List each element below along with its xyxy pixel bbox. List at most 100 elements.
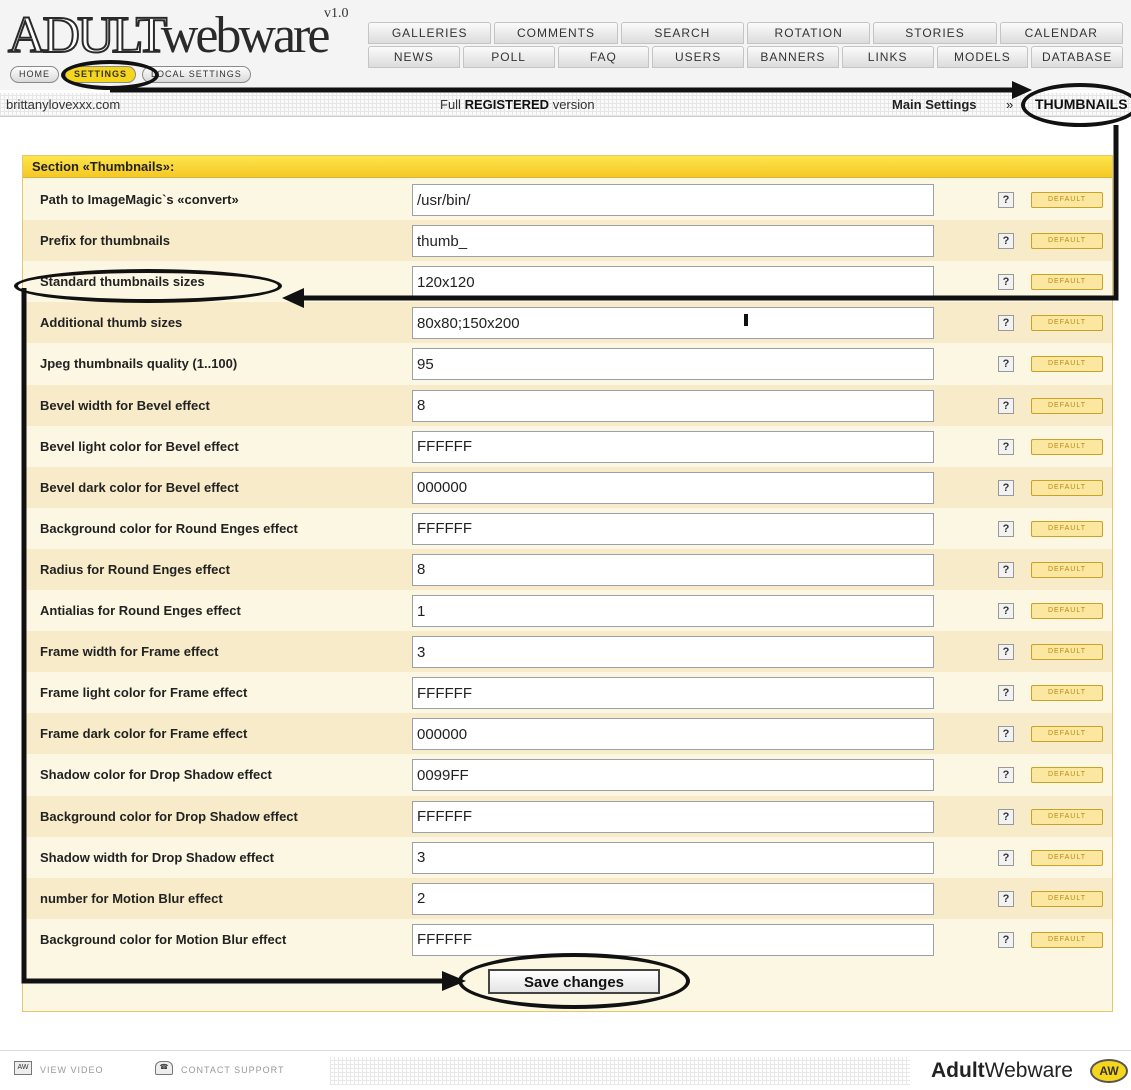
default-button[interactable]: DEFAULT — [1031, 603, 1103, 619]
help-button[interactable]: ? — [998, 890, 1014, 907]
setting-input[interactable] — [412, 677, 934, 710]
setting-row: number for Motion Blur effect? DEFAULT — [23, 877, 1112, 919]
default-button[interactable]: DEFAULT — [1031, 438, 1103, 455]
setting-input[interactable] — [412, 225, 934, 258]
tab-poll[interactable]: POLL — [462, 46, 555, 68]
tab-faq[interactable]: FAQ — [557, 46, 650, 68]
tab-galleries[interactable]: GALLERIES — [368, 22, 492, 44]
setting-input[interactable] — [412, 800, 934, 833]
tab-banners[interactable]: BANNERS — [747, 46, 839, 68]
setting-label: Frame width for Frame effect — [40, 644, 219, 660]
default-button[interactable]: DEFAULT — [1031, 849, 1103, 866]
info-bar: brittanylovexxx.com Full REGISTERED vers… — [0, 93, 1131, 117]
setting-label: Frame dark color for Frame effect — [40, 726, 248, 742]
default-button[interactable]: DEFAULT — [1031, 644, 1103, 661]
default-button[interactable]: DEFAULT — [1031, 192, 1103, 208]
setting-input[interactable] — [412, 595, 934, 627]
phone-icon[interactable]: ☎ — [155, 1061, 173, 1075]
default-button[interactable]: DEFAULT — [1031, 726, 1103, 743]
help-button[interactable]: ? — [998, 192, 1014, 208]
default-button[interactable]: DEFAULT — [1031, 520, 1103, 537]
setting-row: Background color for Round Enges effect?… — [23, 508, 1112, 549]
site-name[interactable]: brittanylovexxx.com — [6, 97, 120, 112]
setting-input[interactable] — [412, 471, 934, 504]
help-button[interactable]: ? — [998, 808, 1014, 825]
setting-row: Antialias for Round Enges effect? DEFAULT — [23, 590, 1112, 631]
breadcrumb-main-settings[interactable]: Main Settings — [892, 97, 977, 112]
default-button[interactable]: DEFAULT — [1031, 767, 1103, 784]
help-button[interactable]: ? — [998, 685, 1014, 702]
help-button[interactable]: ? — [998, 397, 1014, 414]
help-button[interactable]: ? — [998, 644, 1014, 661]
help-button[interactable]: ? — [998, 849, 1014, 866]
setting-row: Background color for Drop Shadow effect?… — [23, 795, 1112, 837]
setting-input[interactable] — [412, 512, 934, 545]
setting-label: Radius for Round Enges effect — [40, 561, 230, 577]
default-button[interactable]: DEFAULT — [1031, 931, 1103, 948]
setting-label: Shadow width for Drop Shadow effect — [40, 849, 274, 865]
help-button[interactable]: ? — [998, 726, 1014, 743]
tab-links[interactable]: LINKS — [841, 46, 934, 68]
view-video-link[interactable]: VIEW VIDEO — [40, 1065, 104, 1075]
setting-input[interactable] — [412, 841, 934, 874]
setting-input[interactable] — [412, 923, 934, 956]
default-button[interactable]: DEFAULT — [1031, 561, 1103, 578]
setting-input[interactable] — [412, 307, 934, 340]
tab-users[interactable]: USERS — [652, 46, 744, 68]
help-button[interactable]: ? — [998, 767, 1014, 784]
setting-label: Frame light color for Frame effect — [40, 685, 248, 701]
contact-support-link[interactable]: CONTACT SUPPORT — [181, 1065, 285, 1075]
default-button[interactable]: DEFAULT — [1031, 233, 1103, 250]
help-button[interactable]: ? — [998, 356, 1014, 373]
setting-input[interactable] — [412, 718, 934, 751]
video-icon[interactable]: AW — [14, 1061, 32, 1075]
tab-database[interactable]: DATABASE — [1031, 46, 1123, 68]
help-button[interactable]: ? — [998, 438, 1014, 455]
help-button[interactable]: ? — [998, 931, 1014, 948]
setting-input[interactable] — [412, 348, 934, 381]
setting-row: Frame light color for Frame effect? DEFAU… — [23, 672, 1112, 713]
help-button[interactable]: ? — [998, 315, 1014, 332]
default-button[interactable]: DEFAULT — [1031, 397, 1103, 414]
setting-row: Standard thumbnails sizes? DEFAULT — [23, 261, 1112, 302]
tab-models[interactable]: MODELS — [936, 46, 1029, 68]
tab-search[interactable]: SEARCH — [620, 22, 744, 44]
setting-label: Background color for Round Enges effect — [40, 520, 298, 536]
setting-input[interactable] — [412, 430, 934, 463]
help-button[interactable]: ? — [998, 520, 1014, 537]
default-button[interactable]: DEFAULT — [1031, 356, 1103, 373]
tab-calendar[interactable]: CALENDAR — [999, 22, 1123, 44]
footer: AW VIEW VIDEO ☎ CONTACT SUPPORT AdultWeb… — [0, 1050, 1131, 1090]
tab-stories[interactable]: STORIES — [873, 22, 997, 44]
setting-input[interactable] — [412, 389, 934, 422]
setting-input[interactable] — [412, 553, 934, 586]
save-changes-button[interactable]: Save changes — [488, 969, 660, 994]
help-button[interactable]: ? — [998, 603, 1014, 619]
setting-input[interactable] — [412, 266, 934, 299]
setting-label: Bevel dark color for Bevel effect — [40, 479, 239, 495]
setting-input[interactable] — [412, 184, 934, 216]
default-button[interactable]: DEFAULT — [1031, 685, 1103, 702]
default-button[interactable]: DEFAULT — [1031, 274, 1103, 291]
setting-input[interactable] — [412, 759, 934, 792]
tab-comments[interactable]: COMMENTS — [494, 22, 618, 44]
subtab-settings[interactable]: SETTINGS — [65, 66, 137, 83]
setting-input[interactable] — [412, 636, 934, 669]
tab-row-1: GALLERIES COMMENTS SEARCH ROTATION STORI… — [368, 22, 1126, 44]
app-logo[interactable]: ADULTwebware v1.0 — [7, 2, 353, 68]
default-button[interactable]: DEFAULT — [1031, 890, 1103, 907]
tab-news[interactable]: NEWS — [368, 46, 460, 68]
default-button[interactable]: DEFAULT — [1031, 808, 1103, 825]
setting-input[interactable] — [412, 882, 934, 915]
subtab-local-settings[interactable]: LOCAL SETTINGS — [142, 66, 251, 83]
help-button[interactable]: ? — [998, 561, 1014, 578]
help-button[interactable]: ? — [998, 274, 1014, 291]
default-button[interactable]: DEFAULT — [1031, 479, 1103, 496]
help-button[interactable]: ? — [998, 479, 1014, 496]
default-button[interactable]: DEFAULT — [1031, 315, 1103, 332]
setting-row: Background color for Motion Blur effect?… — [23, 919, 1112, 960]
help-button[interactable]: ? — [998, 233, 1014, 250]
version-suffix: version — [549, 97, 595, 112]
tab-rotation[interactable]: ROTATION — [746, 22, 871, 44]
subtab-home[interactable]: HOME — [10, 66, 59, 83]
